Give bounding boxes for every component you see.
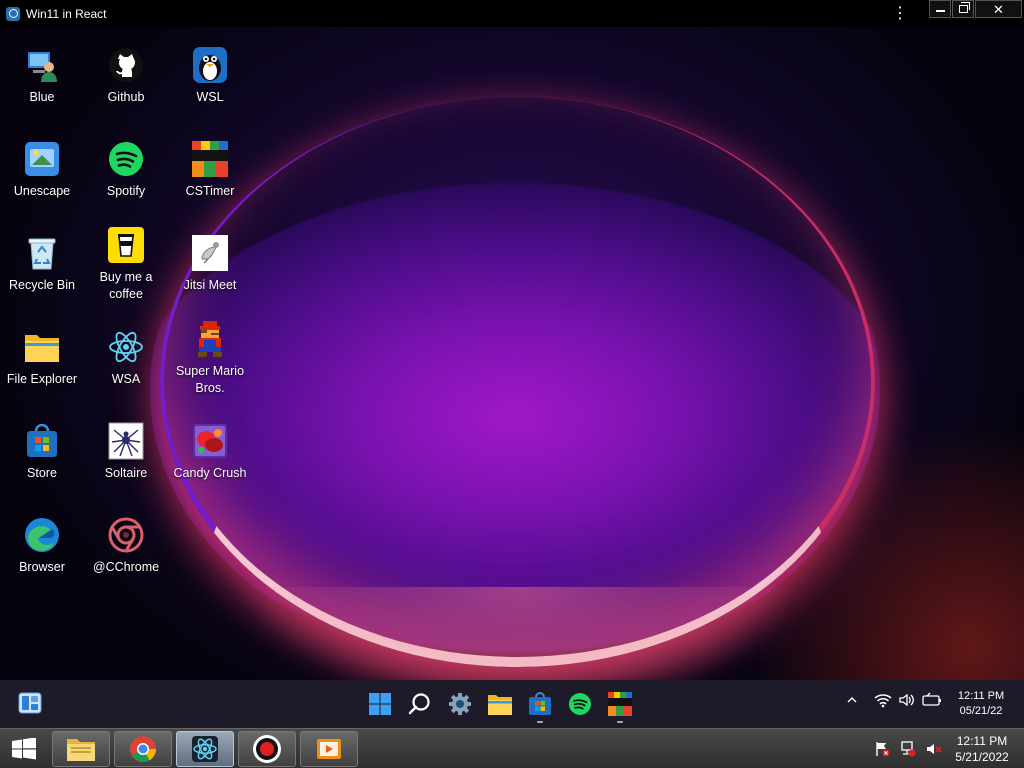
widgets-button[interactable] <box>18 692 42 714</box>
start-icon <box>369 693 391 715</box>
settings-icon <box>449 693 471 715</box>
unescape-icon <box>24 141 60 177</box>
close-icon: ✕ <box>993 1 1004 17</box>
jitsi-icon <box>192 235 228 271</box>
spotify-icon <box>569 693 591 715</box>
edge-icon <box>24 517 60 553</box>
battery-icon[interactable] <box>922 692 942 708</box>
file-explorer-button[interactable] <box>484 688 516 720</box>
desktop-icon-jitsi-meet[interactable]: Jitsi Meet <box>168 235 252 294</box>
chevron-up-icon[interactable] <box>844 692 860 708</box>
minimize-icon <box>935 10 945 12</box>
host-date: 5/21/2022 <box>955 750 1009 764</box>
candy-icon <box>192 423 228 459</box>
more-options-icon[interactable]: ⋮ <box>890 4 910 24</box>
host-record-button[interactable] <box>238 731 296 767</box>
wallpaper-corner <box>760 407 1024 680</box>
media-player-icon <box>317 739 341 759</box>
action-center-flag-icon[interactable] <box>874 741 890 757</box>
record-icon <box>253 735 281 763</box>
spotify-taskbar-button[interactable] <box>564 688 596 720</box>
network-icon[interactable] <box>900 741 916 757</box>
desktop-icon-github[interactable]: Github <box>84 47 168 106</box>
taskbar-clock[interactable]: 12:11 PM 05/21/22 <box>946 689 1016 719</box>
coffee-icon <box>108 227 144 263</box>
desktop-icon-recycle-bin[interactable]: Recycle Bin <box>0 235 84 294</box>
desktop-icon-blue[interactable]: Blue <box>0 47 84 106</box>
desktop-icon-store[interactable]: Store <box>0 423 84 482</box>
restore-button[interactable] <box>952 0 974 18</box>
start-button[interactable] <box>364 688 396 720</box>
restore-icon <box>958 2 970 13</box>
app-logo-icon <box>6 6 20 21</box>
desktop-icon-soltaire[interactable]: Soltaire <box>84 422 168 482</box>
host-media-player-button[interactable] <box>300 731 358 767</box>
host-chrome-button[interactable] <box>114 731 172 767</box>
desktop-icon-cchrome[interactable]: @CChrome <box>84 517 168 576</box>
store-icon <box>529 692 551 715</box>
wifi-icon[interactable] <box>874 692 892 708</box>
cstimer-icon <box>608 692 632 716</box>
settings-button[interactable] <box>444 688 476 720</box>
window-title: Win11 in React <box>26 6 107 21</box>
search-button[interactable] <box>404 688 436 720</box>
folder-icon <box>24 329 60 365</box>
host-file-manager-button[interactable] <box>52 731 110 767</box>
react-app-icon <box>192 736 218 762</box>
file-manager-icon <box>67 739 95 761</box>
host-system-tray <box>874 741 942 757</box>
host-taskbar: 12:11 PM 5/21/2022 <box>0 728 1024 768</box>
cchrome-icon <box>108 517 144 553</box>
penguin-icon <box>192 47 228 83</box>
recycle-bin-icon <box>24 235 60 271</box>
host-start-button[interactable] <box>10 737 38 760</box>
widgets-icon <box>18 692 42 714</box>
taskbar-date: 05/21/22 <box>959 705 1003 717</box>
desktop-icon-file-explorer[interactable]: File Explorer <box>0 329 84 388</box>
desktop[interactable]: Blue Unescape Recycle Bin File Explorer … <box>0 27 1024 680</box>
store-icon <box>24 423 60 459</box>
taskbar: 12:11 PM 05/21/22 <box>0 680 1024 728</box>
desktop-icon-unescape[interactable]: Unescape <box>0 141 84 200</box>
folder-icon <box>488 695 512 715</box>
spotify-icon <box>108 141 144 177</box>
cstimer-icon <box>192 141 228 177</box>
github-icon <box>108 47 144 83</box>
search-icon <box>408 693 430 715</box>
desktop-icon-wsa[interactable]: WSA <box>84 329 168 388</box>
wallpaper-glow <box>240 587 800 680</box>
windows-logo-icon <box>12 737 36 760</box>
cstimer-taskbar-button[interactable] <box>604 688 636 723</box>
taskbar-apps <box>364 688 636 723</box>
desktop-icon-wsl[interactable]: WSL <box>168 47 252 106</box>
store-button[interactable] <box>524 688 556 723</box>
spider-icon <box>108 422 144 460</box>
volume-icon[interactable] <box>898 692 916 708</box>
desktop-icon-spotify[interactable]: Spotify <box>84 141 168 200</box>
desktop-icon-super-mario-bros[interactable]: Super Mario Bros. <box>168 321 252 397</box>
window-titlebar: Win11 in React ⋮ ✕ <box>0 0 1024 27</box>
host-time: 12:11 PM <box>956 734 1008 748</box>
desktop-icon-browser[interactable]: Browser <box>0 517 84 576</box>
desktop-icon-cstimer[interactable]: CSTimer <box>168 141 252 200</box>
close-button[interactable]: ✕ <box>975 0 1022 18</box>
react-icon <box>108 329 144 365</box>
minimize-button[interactable] <box>929 0 951 18</box>
host-react-app-button[interactable] <box>176 731 234 767</box>
taskbar-time: 12:11 PM <box>957 690 1005 702</box>
desktop-icon-candy-crush[interactable]: Candy Crush <box>168 423 252 482</box>
system-tray <box>844 692 942 708</box>
mute-icon[interactable] <box>926 741 942 757</box>
chrome-icon <box>130 736 157 762</box>
blue-user-icon <box>24 47 60 83</box>
host-clock[interactable]: 12:11 PM 5/21/2022 <box>948 733 1016 765</box>
desktop-icon-buy-me-a-coffee[interactable]: Buy me a coffee <box>84 227 168 303</box>
mario-icon <box>192 321 228 357</box>
